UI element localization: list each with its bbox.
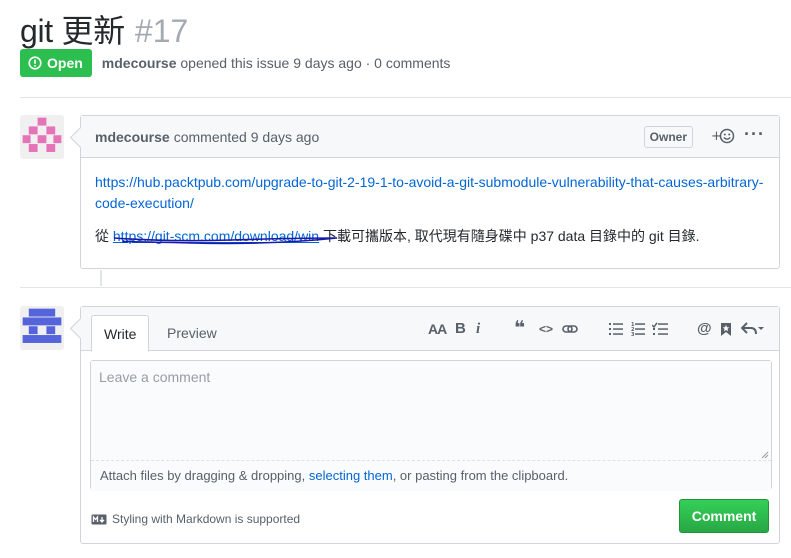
issue-number: #17 bbox=[134, 13, 189, 49]
meta-text: mdecourse opened this issue 9 days ago ·… bbox=[102, 55, 451, 71]
bookmark-icon[interactable] bbox=[720, 320, 732, 338]
reply-icon[interactable] bbox=[741, 320, 765, 338]
state-badge: Open bbox=[20, 49, 92, 77]
current-user-avatar[interactable] bbox=[20, 306, 64, 350]
timeline-line bbox=[100, 270, 102, 286]
bold-icon[interactable]: B bbox=[455, 320, 466, 338]
resize-handle-icon[interactable] bbox=[759, 449, 769, 459]
tab-preview[interactable]: Preview bbox=[155, 315, 229, 352]
comment-body: https://hub.packtpub.com/upgrade-to-git-… bbox=[81, 158, 779, 261]
link-icon[interactable] bbox=[562, 320, 578, 338]
task-list-icon[interactable] bbox=[652, 320, 668, 338]
mention-icon[interactable]: @ bbox=[697, 320, 712, 338]
comment-paragraph-1: https://hub.packtpub.com/upgrade-to-git-… bbox=[95, 172, 765, 214]
comment-author-link[interactable]: mdecourse bbox=[95, 129, 170, 145]
comment-submit-button[interactable]: Comment bbox=[679, 499, 769, 533]
svg-text:3: 3 bbox=[631, 332, 635, 336]
markdown-icon bbox=[91, 514, 107, 524]
tab-write[interactable]: Write bbox=[91, 315, 150, 352]
comment-box: mdecourse commented 9 days ago Owner + ·… bbox=[80, 115, 780, 269]
italic-icon[interactable]: i bbox=[476, 320, 480, 338]
avatar[interactable] bbox=[20, 115, 64, 159]
issue-meta: Open mdecourse opened this issue 9 days … bbox=[20, 49, 450, 77]
paragraph-suffix: 下載可攜版本, 取代現有隨身碟中 p37 data 目錄中的 git 目錄. bbox=[322, 228, 700, 244]
issue-header: git 更新 #17 Open mdecourse opened this is… bbox=[20, 6, 791, 77]
comment-textarea[interactable] bbox=[91, 361, 771, 461]
issue-author-link[interactable]: mdecourse bbox=[102, 55, 177, 71]
add-reaction-button[interactable]: + bbox=[711, 127, 737, 145]
title-row: git 更新 #17 bbox=[20, 6, 791, 49]
kebab-horizontal-icon[interactable]: ··· bbox=[744, 124, 765, 145]
issue-opened-icon bbox=[28, 56, 42, 70]
paragraph-prefix: 從 bbox=[95, 228, 109, 244]
code-icon[interactable]: <> bbox=[539, 320, 553, 338]
attach-prefix: Attach files by dragging & dropping, bbox=[100, 468, 306, 483]
markdown-note: Styling with Markdown is supported bbox=[112, 512, 301, 526]
handwritten-underline bbox=[113, 237, 338, 245]
comment-paragraph-2: 從 https://git-scm.com/download/win 下載可攜版… bbox=[95, 226, 765, 247]
comment-link-packtpub[interactable]: https://hub.packtpub.com/upgrade-to-git-… bbox=[95, 174, 763, 211]
markdown-help[interactable]: Styling with Markdown is supported bbox=[91, 512, 300, 526]
timeline-divider bbox=[20, 287, 791, 288]
owner-label: Owner bbox=[643, 126, 693, 148]
header-text-icon[interactable]: AA bbox=[428, 320, 447, 338]
file-attach-bar[interactable]: Attach files by dragging & dropping, sel… bbox=[91, 462, 771, 491]
comment-header: mdecourse commented 9 days ago Owner + ·… bbox=[81, 116, 779, 158]
select-files-link[interactable]: selecting them bbox=[309, 468, 393, 483]
comment-textarea-wrap: Attach files by dragging & dropping, sel… bbox=[90, 360, 772, 491]
quote-icon[interactable]: ❝ bbox=[514, 319, 525, 338]
identicon-icon bbox=[20, 306, 64, 350]
comment-timestamp[interactable]: commented 9 days ago bbox=[174, 129, 320, 145]
attach-suffix: , or pasting from the clipboard. bbox=[392, 468, 569, 483]
header-divider bbox=[20, 97, 791, 98]
editor-header: Write Preview AA B i ❝ <> 123 @ bbox=[81, 307, 779, 352]
ordered-list-icon[interactable]: 123 bbox=[631, 320, 645, 338]
identicon-icon bbox=[20, 115, 64, 159]
smiley-icon: + bbox=[711, 128, 735, 144]
state-label: Open bbox=[47, 55, 83, 71]
issue-title: git 更新 bbox=[20, 13, 125, 49]
unordered-list-icon[interactable] bbox=[609, 320, 623, 338]
new-comment-editor: Write Preview AA B i ❝ <> 123 @ Attach f… bbox=[80, 306, 780, 544]
issue-meta-text: opened this issue 9 days ago · 0 comment… bbox=[180, 55, 451, 71]
